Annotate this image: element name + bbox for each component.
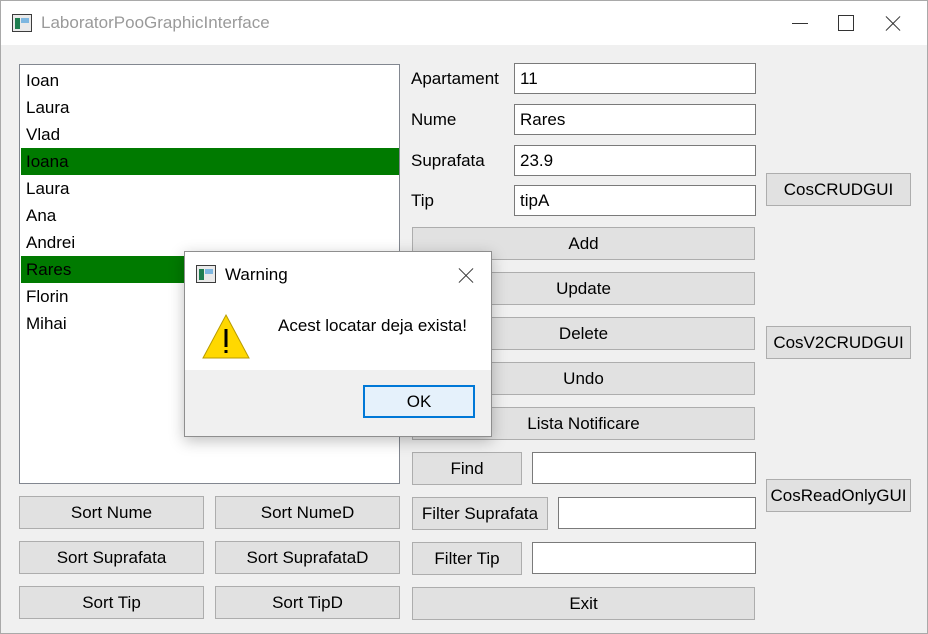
- sort-tip-desc-button[interactable]: Sort TipD: [215, 586, 400, 619]
- find-button[interactable]: Find: [412, 452, 522, 485]
- cos-read-only-gui-button[interactable]: CosReadOnlyGUI: [766, 479, 911, 512]
- maximize-button[interactable]: [823, 1, 869, 45]
- exit-button[interactable]: Exit: [412, 587, 755, 620]
- title-bar: LaboratorPooGraphicInterface: [1, 1, 927, 45]
- filter-tip-button[interactable]: Filter Tip: [412, 542, 522, 575]
- dialog-title: Warning: [225, 265, 288, 284]
- apartament-label: Apartament: [411, 69, 499, 88]
- app-icon: [12, 14, 32, 32]
- minimize-button[interactable]: [777, 1, 823, 45]
- close-button[interactable]: [869, 1, 915, 45]
- dialog-app-icon: [196, 265, 216, 283]
- filter-suprafata-input[interactable]: [558, 497, 756, 529]
- filter-tip-input[interactable]: [532, 542, 756, 574]
- find-input[interactable]: [532, 452, 756, 484]
- cos-v2-crud-gui-button[interactable]: CosV2CRUDGUI: [766, 326, 911, 359]
- cos-crud-gui-button[interactable]: CosCRUDGUI: [766, 173, 911, 206]
- list-item[interactable]: Vlad: [21, 121, 399, 148]
- dialog-message: Acest locatar deja exista!: [278, 316, 467, 335]
- list-item-selected[interactable]: Ioana: [21, 148, 399, 175]
- dialog-footer: OK: [185, 370, 491, 436]
- sort-suprafata-button[interactable]: Sort Suprafata: [19, 541, 204, 574]
- sort-nume-button[interactable]: Sort Nume: [19, 496, 204, 529]
- sort-tip-button[interactable]: Sort Tip: [19, 586, 204, 619]
- filter-suprafata-button[interactable]: Filter Suprafata: [412, 497, 548, 530]
- sort-suprafata-desc-button[interactable]: Sort SuprafataD: [215, 541, 400, 574]
- ok-button[interactable]: OK: [363, 385, 475, 418]
- list-item[interactable]: Ana: [21, 202, 399, 229]
- tip-field[interactable]: tipA: [514, 185, 756, 216]
- warning-dialog: Warning Acest locatar deja exista! OK: [184, 251, 492, 437]
- list-item[interactable]: Ioan: [21, 67, 399, 94]
- suprafata-label: Suprafata: [411, 151, 485, 170]
- list-item[interactable]: Laura: [21, 94, 399, 121]
- sort-nume-desc-button[interactable]: Sort NumeD: [215, 496, 400, 529]
- tip-label: Tip: [411, 191, 434, 210]
- suprafata-field[interactable]: 23.9: [514, 145, 756, 176]
- nume-field[interactable]: Rares: [514, 104, 756, 135]
- list-item[interactable]: Laura: [21, 175, 399, 202]
- warning-icon: [202, 313, 250, 359]
- window-title: LaboratorPooGraphicInterface: [41, 13, 270, 32]
- nume-label: Nume: [411, 110, 457, 129]
- apartament-field[interactable]: 11: [514, 63, 756, 94]
- dialog-close-icon[interactable]: [451, 260, 481, 290]
